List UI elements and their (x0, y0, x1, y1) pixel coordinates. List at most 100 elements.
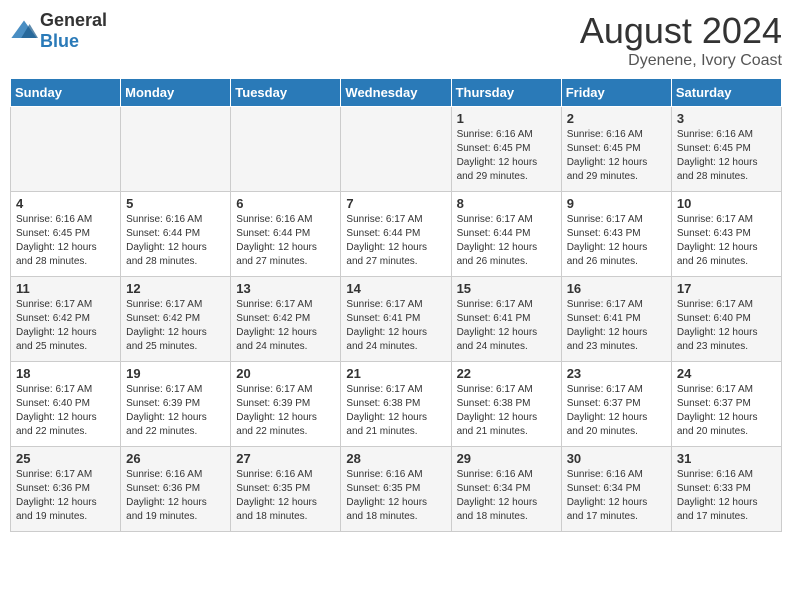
calendar-cell: 9Sunrise: 6:17 AM Sunset: 6:43 PM Daylig… (561, 192, 671, 277)
day-number: 1 (457, 111, 556, 126)
calendar-cell: 27Sunrise: 6:16 AM Sunset: 6:35 PM Dayli… (231, 447, 341, 532)
day-info: Sunrise: 6:17 AM Sunset: 6:39 PM Dayligh… (126, 383, 225, 439)
calendar-cell: 4Sunrise: 6:16 AM Sunset: 6:45 PM Daylig… (11, 192, 121, 277)
calendar-table: SundayMondayTuesdayWednesdayThursdayFrid… (10, 78, 782, 532)
day-info: Sunrise: 6:17 AM Sunset: 6:43 PM Dayligh… (567, 213, 666, 269)
calendar-cell: 10Sunrise: 6:17 AM Sunset: 6:43 PM Dayli… (671, 192, 781, 277)
day-info: Sunrise: 6:17 AM Sunset: 6:36 PM Dayligh… (16, 468, 115, 524)
calendar-cell: 1Sunrise: 6:16 AM Sunset: 6:45 PM Daylig… (451, 107, 561, 192)
day-number: 27 (236, 451, 335, 466)
calendar-cell (341, 107, 451, 192)
day-info: Sunrise: 6:17 AM Sunset: 6:40 PM Dayligh… (677, 298, 776, 354)
logo-blue: Blue (40, 31, 79, 51)
calendar-cell (231, 107, 341, 192)
day-number: 7 (346, 196, 445, 211)
location: Dyenene, Ivory Coast (580, 52, 782, 70)
day-info: Sunrise: 6:17 AM Sunset: 6:41 PM Dayligh… (457, 298, 556, 354)
day-of-week-header: Thursday (451, 79, 561, 107)
calendar-header-row: SundayMondayTuesdayWednesdayThursdayFrid… (11, 79, 782, 107)
calendar-cell (121, 107, 231, 192)
day-number: 14 (346, 281, 445, 296)
day-number: 13 (236, 281, 335, 296)
day-number: 25 (16, 451, 115, 466)
calendar-cell: 14Sunrise: 6:17 AM Sunset: 6:41 PM Dayli… (341, 277, 451, 362)
calendar-cell: 18 Sunrise: 6:17 AM Sunset: 6:40 PM Dayli… (11, 362, 121, 447)
day-of-week-header: Saturday (671, 79, 781, 107)
calendar-cell: 23 Sunrise: 6:17 AM Sunset: 6:37 PM Dayli… (561, 362, 671, 447)
day-info: Sunrise: 6:16 AM Sunset: 6:34 PM Dayligh… (457, 468, 556, 524)
calendar-cell: 7 Sunrise: 6:17 AM Sunset: 6:44 PM Daylig… (341, 192, 451, 277)
calendar-cell: 5 Sunrise: 6:16 AM Sunset: 6:44 PM Daylig… (121, 192, 231, 277)
day-of-week-header: Tuesday (231, 79, 341, 107)
day-number: 6 (236, 196, 335, 211)
day-info: Sunrise: 6:17 AM Sunset: 6:44 PM Dayligh… (346, 213, 445, 269)
day-number: 16 (567, 281, 666, 296)
calendar-cell: 24 Sunrise: 6:17 AM Sunset: 6:37 PM Dayli… (671, 362, 781, 447)
logo: General Blue (10, 10, 107, 52)
day-info: Sunrise: 6:16 AM Sunset: 6:45 PM Dayligh… (16, 213, 115, 269)
day-number: 2 (567, 111, 666, 126)
day-info: Sunrise: 6:17 AM Sunset: 6:40 PM Dayligh… (16, 383, 115, 439)
day-number: 19 (126, 366, 225, 381)
calendar-week-row: 18 Sunrise: 6:17 AM Sunset: 6:40 PM Dayli… (11, 362, 782, 447)
calendar-cell: 17 Sunrise: 6:17 AM Sunset: 6:40 PM Dayli… (671, 277, 781, 362)
calendar-cell: 15 Sunrise: 6:17 AM Sunset: 6:41 PM Dayli… (451, 277, 561, 362)
day-number: 23 (567, 366, 666, 381)
calendar-cell: 26Sunrise: 6:16 AM Sunset: 6:36 PM Dayli… (121, 447, 231, 532)
calendar-cell: 30Sunrise: 6:16 AM Sunset: 6:34 PM Dayli… (561, 447, 671, 532)
calendar-cell: 13 Sunrise: 6:17 AM Sunset: 6:42 PM Dayli… (231, 277, 341, 362)
day-info: Sunrise: 6:16 AM Sunset: 6:35 PM Dayligh… (346, 468, 445, 524)
day-info: Sunrise: 6:16 AM Sunset: 6:33 PM Dayligh… (677, 468, 776, 524)
day-number: 24 (677, 366, 776, 381)
logo-text: General Blue (40, 10, 107, 52)
logo-general: General (40, 10, 107, 30)
day-info: Sunrise: 6:17 AM Sunset: 6:43 PM Dayligh… (677, 213, 776, 269)
day-info: Sunrise: 6:17 AM Sunset: 6:41 PM Dayligh… (567, 298, 666, 354)
day-of-week-header: Sunday (11, 79, 121, 107)
day-number: 3 (677, 111, 776, 126)
day-number: 31 (677, 451, 776, 466)
day-info: Sunrise: 6:17 AM Sunset: 6:42 PM Dayligh… (126, 298, 225, 354)
day-number: 20 (236, 366, 335, 381)
calendar-cell: 22Sunrise: 6:17 AM Sunset: 6:38 PM Dayli… (451, 362, 561, 447)
day-info: Sunrise: 6:16 AM Sunset: 6:44 PM Dayligh… (236, 213, 335, 269)
calendar-cell (11, 107, 121, 192)
calendar-week-row: 4Sunrise: 6:16 AM Sunset: 6:45 PM Daylig… (11, 192, 782, 277)
day-number: 29 (457, 451, 556, 466)
calendar-cell: 19 Sunrise: 6:17 AM Sunset: 6:39 PM Dayli… (121, 362, 231, 447)
day-info: Sunrise: 6:17 AM Sunset: 6:37 PM Dayligh… (677, 383, 776, 439)
day-number: 21 (346, 366, 445, 381)
calendar-cell: 8 Sunrise: 6:17 AM Sunset: 6:44 PM Daylig… (451, 192, 561, 277)
day-number: 15 (457, 281, 556, 296)
day-number: 28 (346, 451, 445, 466)
calendar-cell: 31 Sunrise: 6:16 AM Sunset: 6:33 PM Dayli… (671, 447, 781, 532)
calendar-week-row: 1 Sunrise: 6:16 AM Sunset: 6:45 PM Daylig… (11, 107, 782, 192)
day-info: Sunrise: 6:16 AM Sunset: 6:45 PM Dayligh… (677, 128, 776, 184)
day-number: 12 (126, 281, 225, 296)
month-year: August 2024 (580, 10, 782, 52)
day-info: Sunrise: 6:16 AM Sunset: 6:45 PM Dayligh… (567, 128, 666, 184)
day-info: Sunrise: 6:16 AM Sunset: 6:44 PM Dayligh… (126, 213, 225, 269)
calendar-cell: 20 Sunrise: 6:17 AM Sunset: 6:39 PM Dayli… (231, 362, 341, 447)
day-of-week-header: Wednesday (341, 79, 451, 107)
day-number: 11 (16, 281, 115, 296)
logo-icon (10, 17, 38, 45)
calendar-cell: 6 Sunrise: 6:16 AM Sunset: 6:44 PM Daylig… (231, 192, 341, 277)
day-of-week-header: Friday (561, 79, 671, 107)
calendar-cell: 28 Sunrise: 6:16 AM Sunset: 6:35 PM Dayli… (341, 447, 451, 532)
day-number: 26 (126, 451, 225, 466)
title-block: August 2024 Dyenene, Ivory Coast (580, 10, 782, 70)
calendar-cell: 12 Sunrise: 6:17 AM Sunset: 6:42 PM Dayli… (121, 277, 231, 362)
day-number: 8 (457, 196, 556, 211)
day-info: Sunrise: 6:17 AM Sunset: 6:42 PM Dayligh… (16, 298, 115, 354)
day-number: 30 (567, 451, 666, 466)
calendar-cell: 21Sunrise: 6:17 AM Sunset: 6:38 PM Dayli… (341, 362, 451, 447)
day-info: Sunrise: 6:17 AM Sunset: 6:44 PM Dayligh… (457, 213, 556, 269)
day-info: Sunrise: 6:17 AM Sunset: 6:37 PM Dayligh… (567, 383, 666, 439)
day-number: 5 (126, 196, 225, 211)
day-info: Sunrise: 6:17 AM Sunset: 6:42 PM Dayligh… (236, 298, 335, 354)
day-info: Sunrise: 6:17 AM Sunset: 6:39 PM Dayligh… (236, 383, 335, 439)
calendar-cell: 16 Sunrise: 6:17 AM Sunset: 6:41 PM Dayli… (561, 277, 671, 362)
day-number: 17 (677, 281, 776, 296)
day-number: 18 (16, 366, 115, 381)
